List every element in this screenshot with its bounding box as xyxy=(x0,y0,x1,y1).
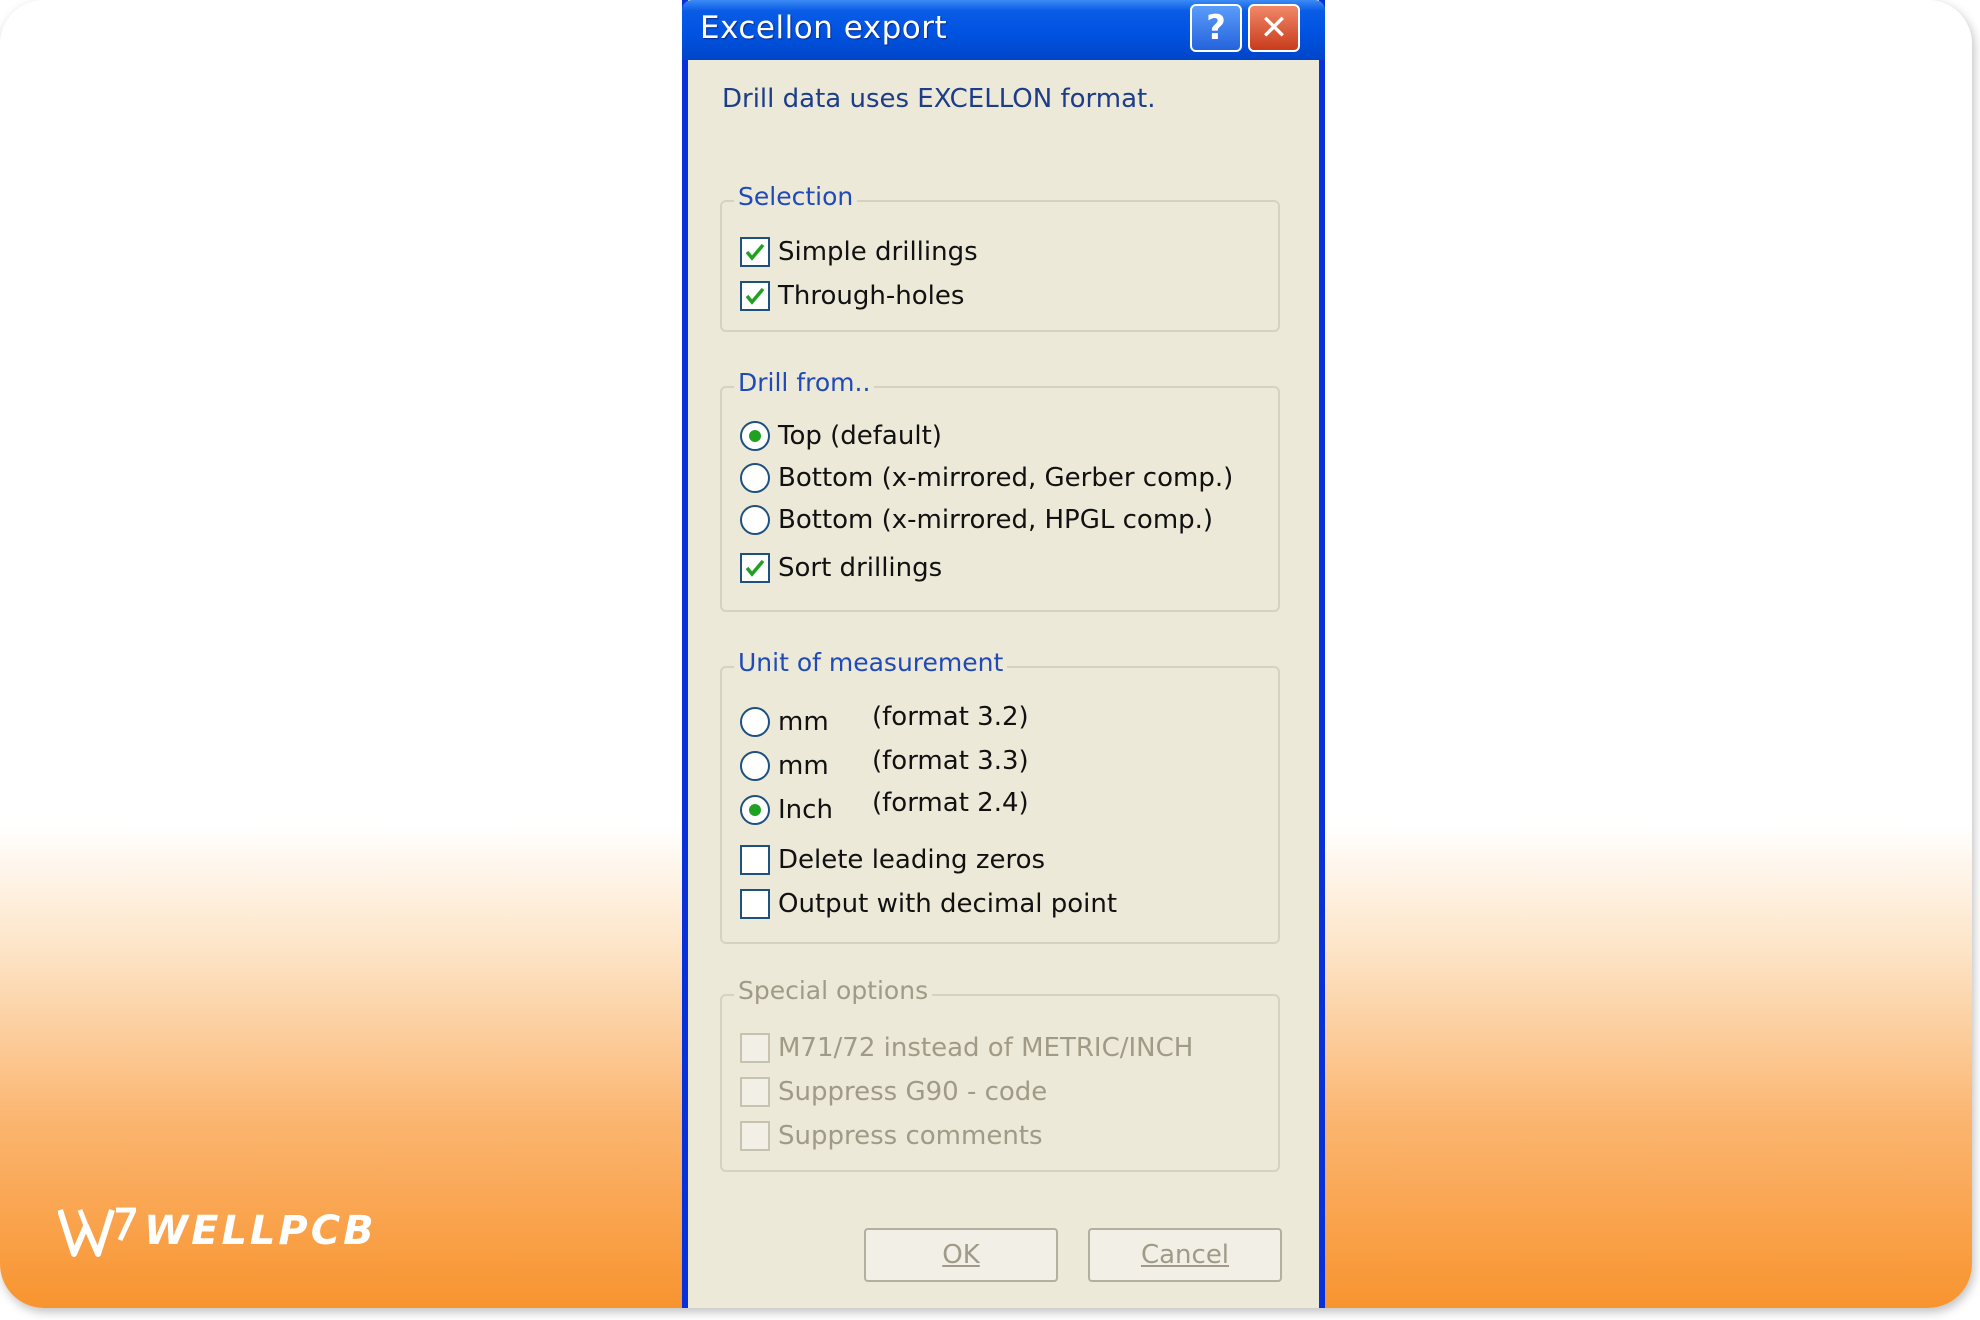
unit-inch-radio[interactable]: Inch xyxy=(740,792,833,828)
cancel-button[interactable]: Cancel xyxy=(1088,1228,1282,1282)
special-options-group: Special options M71/72 instead of METRIC… xyxy=(720,976,1280,1172)
radio-label: mm xyxy=(778,751,829,781)
checkbox-label: Suppress comments xyxy=(778,1121,1043,1151)
help-icon: ? xyxy=(1206,8,1226,48)
unit-mm-3-3-radio[interactable]: mm xyxy=(740,748,829,784)
selection-group-title: Selection xyxy=(734,182,858,211)
checkbox-label: Simple drillings xyxy=(778,237,978,267)
radio-circle xyxy=(740,463,770,493)
radio-selected-dot xyxy=(749,430,761,442)
radio-circle xyxy=(740,707,770,737)
title-bar[interactable]: Excellon export ? ✕ xyxy=(682,0,1325,60)
check-mark-icon xyxy=(745,559,765,577)
suppress-comments-checkbox[interactable]: Suppress comments xyxy=(740,1118,1043,1154)
help-button[interactable]: ? xyxy=(1190,4,1242,52)
radio-circle xyxy=(740,505,770,535)
description-text: Drill data uses EXCELLON format. xyxy=(722,84,1156,114)
background-card: Excellon export ? ✕ Drill data uses EXCE… xyxy=(0,0,1972,1308)
checkbox-label: Delete leading zeros xyxy=(778,845,1046,875)
checkbox-label: M71/72 instead of METRIC/INCH xyxy=(778,1033,1194,1063)
checkbox-box xyxy=(740,237,770,267)
drill-from-top-radio[interactable]: Top (default) xyxy=(740,418,942,454)
checkbox-label: Sort drillings xyxy=(778,553,943,583)
drill-from-bottom-gerber-radio[interactable]: Bottom (x-mirrored, Gerber comp.) xyxy=(740,460,1233,496)
radio-selected-dot xyxy=(749,804,761,816)
output-decimal-point-checkbox[interactable]: Output with decimal point xyxy=(740,886,1117,922)
drill-from-group-title: Drill from.. xyxy=(734,368,875,397)
selection-group: Selection Simple drillings Through-holes xyxy=(720,182,1280,332)
wellpcb-logo-text: WELLPCB xyxy=(144,1208,377,1254)
radio-label: mm xyxy=(778,707,829,737)
checkbox-box xyxy=(740,553,770,583)
simple-drillings-checkbox[interactable]: Simple drillings xyxy=(740,234,978,270)
wellpcb-logo-icon xyxy=(58,1207,136,1257)
close-icon: ✕ xyxy=(1259,8,1289,48)
format-label: (format 3.2) xyxy=(872,702,1029,732)
check-mark-icon xyxy=(745,287,765,305)
checkbox-box xyxy=(740,1033,770,1063)
close-button[interactable]: ✕ xyxy=(1248,4,1300,52)
excellon-export-dialog: Excellon export ? ✕ Drill data uses EXCE… xyxy=(682,0,1325,1308)
checkbox-label: Suppress G90 - code xyxy=(778,1077,1048,1107)
radio-label: Top (default) xyxy=(778,421,942,451)
unit-mm-3-2-radio[interactable]: mm xyxy=(740,704,829,740)
radio-label: Bottom (x-mirrored, Gerber comp.) xyxy=(778,463,1234,493)
format-label: (format 3.3) xyxy=(872,746,1029,776)
drill-from-bottom-hpgl-radio[interactable]: Bottom (x-mirrored, HPGL comp.) xyxy=(740,502,1213,538)
sort-drillings-checkbox[interactable]: Sort drillings xyxy=(740,550,942,586)
radio-circle xyxy=(740,795,770,825)
suppress-g90-checkbox[interactable]: Suppress G90 - code xyxy=(740,1074,1047,1110)
checkbox-box xyxy=(740,281,770,311)
radio-label: Inch xyxy=(778,795,833,825)
radio-circle xyxy=(740,421,770,451)
unit-of-measurement-group: Unit of measurement mm (format 3.2) mm (… xyxy=(720,648,1280,944)
checkbox-box xyxy=(740,1121,770,1151)
checkbox-box xyxy=(740,889,770,919)
drill-from-group: Drill from.. Top (default) Bottom (x-mir… xyxy=(720,368,1280,612)
format-label: (format 2.4) xyxy=(872,788,1029,818)
through-holes-checkbox[interactable]: Through-holes xyxy=(740,278,964,314)
m71-72-checkbox[interactable]: M71/72 instead of METRIC/INCH xyxy=(740,1030,1193,1066)
radio-circle xyxy=(740,751,770,781)
checkbox-box xyxy=(740,1077,770,1107)
dialog-title: Excellon export xyxy=(700,10,948,46)
delete-leading-zeros-checkbox[interactable]: Delete leading zeros xyxy=(740,842,1045,878)
radio-label: Bottom (x-mirrored, HPGL comp.) xyxy=(778,505,1214,535)
checkbox-box xyxy=(740,845,770,875)
ok-button[interactable]: OK xyxy=(864,1228,1058,1282)
checkbox-label: Output with decimal point xyxy=(778,889,1118,919)
special-options-group-title: Special options xyxy=(734,976,933,1005)
check-mark-icon xyxy=(745,243,765,261)
checkbox-label: Through-holes xyxy=(778,281,965,311)
unit-group-title: Unit of measurement xyxy=(734,648,1008,677)
